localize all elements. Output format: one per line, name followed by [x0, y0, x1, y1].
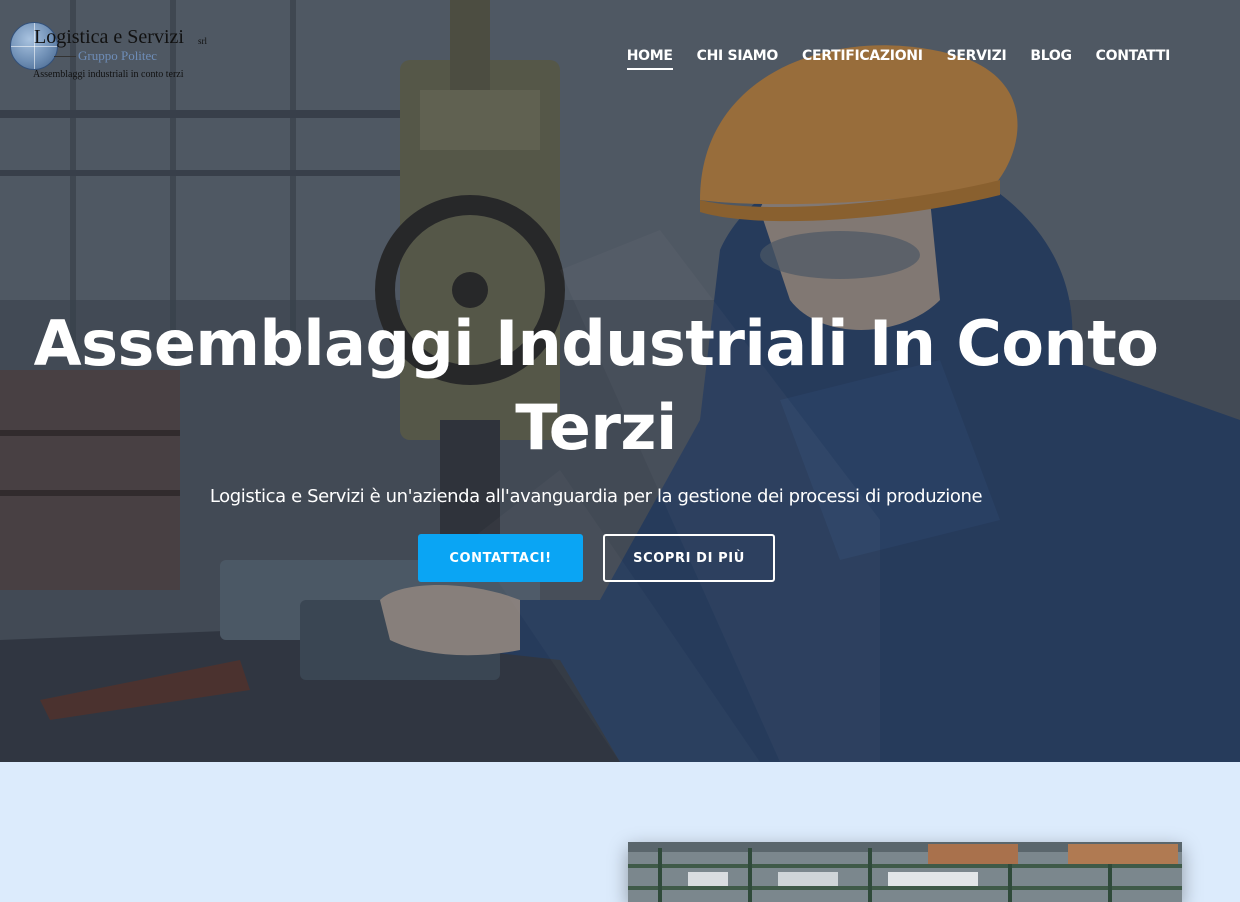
logo-tagline: Assemblaggi industriali in conto terzi — [33, 69, 184, 80]
nav-contatti[interactable]: CONTATTI — [1096, 48, 1171, 70]
main-nav: HOME CHI SIAMO CERTIFICAZIONI SERVIZI BL… — [626, 48, 1171, 70]
warehouse-image-art — [628, 842, 1182, 902]
scopri-di-piu-button[interactable]: SCOPRI DI PIÙ — [603, 534, 775, 582]
nav-chi-siamo[interactable]: CHI SIAMO — [697, 48, 779, 70]
hero-subtitle: Logistica e Servizi è un'azienda all'ava… — [209, 486, 983, 507]
hero-title: Assemblaggi Industriali In Conto Terzi — [33, 307, 1159, 464]
logo-name: Logistica e Servizi — [34, 26, 184, 48]
logo-divider — [54, 56, 76, 57]
site-logo[interactable]: Logistica e Servizi srl Gruppo Politec A… — [10, 20, 220, 84]
logo-group: Gruppo Politec — [78, 48, 158, 63]
nav-home[interactable]: HOME — [626, 48, 673, 70]
logo-suffix: srl — [198, 36, 207, 46]
intro-section — [0, 762, 1240, 902]
nav-servizi[interactable]: SERVIZI — [947, 48, 1007, 70]
contattaci-button[interactable]: CONTATTACI! — [418, 534, 583, 582]
nav-certificazioni[interactable]: CERTIFICAZIONI — [802, 48, 923, 70]
warehouse-image — [628, 842, 1182, 902]
nav-blog[interactable]: BLOG — [1030, 48, 1072, 70]
hero-section: Logistica e Servizi srl Gruppo Politec A… — [0, 0, 1240, 762]
